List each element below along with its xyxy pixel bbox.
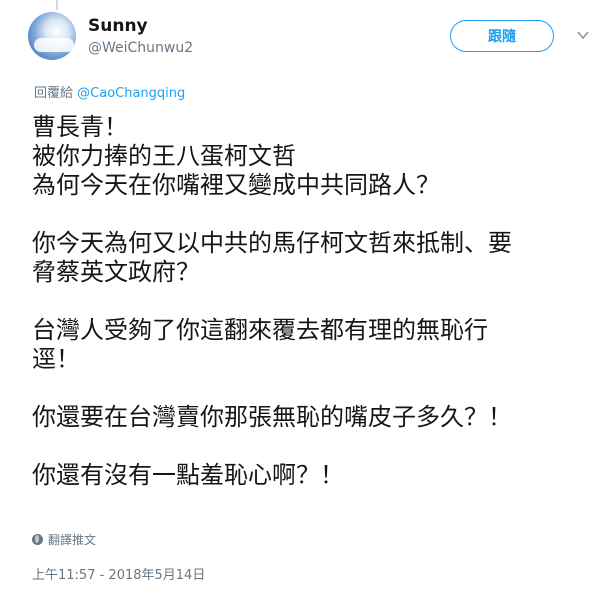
tweet-paragraph: 你今天為何又以中共的馬仔柯文哲來抵制、要 脅蔡英文政府？	[32, 229, 592, 287]
translate-label: 翻譯推文	[48, 533, 97, 547]
avatar[interactable]	[28, 12, 76, 60]
tweet-line: 曹長青！	[32, 113, 128, 141]
reply-mention-link[interactable]: @CaoChangqing	[77, 86, 185, 101]
translate-tweet-link[interactable]: 翻譯推文	[32, 531, 96, 548]
author-handle[interactable]: @WeiChunwu2	[88, 40, 193, 56]
tweet-line: 你今天為何又以中共的馬仔柯文哲來抵制、要	[32, 229, 512, 257]
thread-connector-line	[56, 0, 58, 10]
author-name[interactable]: Sunny	[88, 16, 148, 36]
tweet-line: 台灣人受夠了你這翻來覆去都有理的無恥行	[32, 316, 488, 344]
tweet-header: Sunny @WeiChunwu2 跟隨	[28, 12, 598, 68]
tweet-paragraph: 台灣人受夠了你這翻來覆去都有理的無恥行 逕！	[32, 316, 592, 374]
tweet-line: 被你力捧的王八蛋柯文哲	[32, 142, 296, 170]
tweet-paragraph: 你還要在台灣賣你那張無恥的嘴皮子多久？！	[32, 403, 592, 432]
chevron-down-icon[interactable]	[576, 28, 590, 42]
tweet-line: 逕！	[32, 345, 80, 373]
tweet-timestamp[interactable]: 上午11:57 - 2018年5月14日	[32, 564, 205, 583]
tweet-line: 你還要在台灣賣你那張無恥的嘴皮子多久？！	[32, 403, 512, 431]
tweet-text: 曹長青！ 被你力捧的王八蛋柯文哲 為何今天在你嘴裡又變成中共同路人？ 你今天為何…	[32, 113, 592, 519]
globe-icon	[32, 534, 43, 545]
tweet-line: 脅蔡英文政府？	[32, 258, 200, 286]
follow-button[interactable]: 跟隨	[450, 20, 554, 52]
avatar-cloud-graphic	[34, 38, 74, 52]
tweet-paragraph: 你還有沒有一點羞恥心啊？！	[32, 461, 592, 490]
reply-context: 回覆給 @CaoChangqing	[34, 82, 185, 101]
reply-prefix: 回覆給	[34, 86, 74, 101]
tweet-paragraph: 曹長青！ 被你力捧的王八蛋柯文哲 為何今天在你嘴裡又變成中共同路人？	[32, 113, 592, 200]
tweet-line: 為何今天在你嘴裡又變成中共同路人？	[32, 171, 440, 199]
tweet-line: 你還有沒有一點羞恥心啊？！	[32, 461, 344, 489]
